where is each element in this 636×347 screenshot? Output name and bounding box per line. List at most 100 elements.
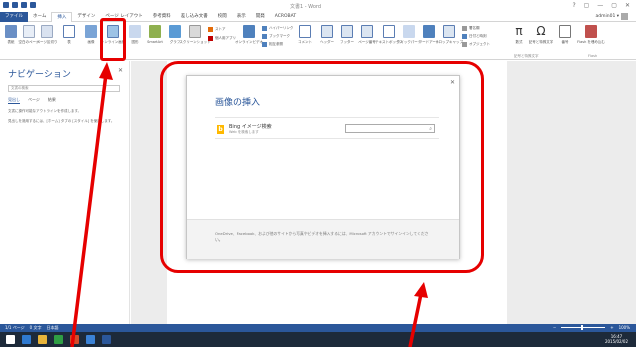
picture-button[interactable]: 画像 — [82, 25, 100, 45]
cross-reference-button[interactable]: 相互参照 — [262, 42, 283, 47]
header-icon — [321, 25, 333, 38]
status-bar: 1/1 ページ 0 文字 日本語 − + 100% — [0, 324, 636, 332]
maximize-button[interactable]: ▢ — [611, 2, 617, 9]
equation-button[interactable]: π 数式 — [510, 25, 528, 45]
tab-pages[interactable]: ページ — [28, 97, 40, 104]
group-label-flash: Flash — [588, 54, 598, 58]
chart-icon — [169, 25, 181, 38]
tab-7[interactable]: 校閲 — [213, 12, 232, 22]
zoom-slider-thumb[interactable] — [581, 325, 584, 330]
number-icon — [559, 25, 571, 38]
blank-page-button[interactable]: 空白のページ — [19, 25, 39, 45]
ie-icon[interactable] — [22, 335, 31, 344]
cover-page-button[interactable]: 表紙 — [2, 25, 20, 45]
excel-icon[interactable] — [54, 335, 63, 344]
page-number-button[interactable]: ページ番号 — [358, 25, 376, 45]
help-button[interactable]: ? — [572, 2, 575, 9]
store-button[interactable]: ストア — [208, 27, 226, 32]
tab-2[interactable]: 挿入 — [51, 11, 73, 22]
user-name: admin01 ▾ — [595, 14, 619, 19]
tab-0[interactable]: ファイル — [0, 11, 28, 22]
my-apps-button[interactable]: 個人用アプリ — [208, 36, 236, 41]
shapes-button[interactable]: 図形 — [126, 25, 144, 45]
redo-icon[interactable] — [30, 2, 36, 8]
signature-line-button[interactable]: 署名欄 — [462, 26, 480, 31]
smartart-button[interactable]: SmartArt — [146, 25, 164, 44]
header-button[interactable]: ヘッダー — [318, 25, 336, 45]
powerpoint-icon[interactable] — [70, 335, 79, 344]
close-window-button[interactable]: ✕ — [625, 2, 630, 9]
zoom-level[interactable]: 100% — [619, 325, 630, 330]
symbol-button[interactable]: Ω 記号と特殊文字 — [529, 25, 554, 45]
cover-page-icon — [5, 25, 17, 38]
bookmark-icon — [262, 34, 267, 39]
clock[interactable]: 16:47 2015/02/02 — [605, 334, 628, 344]
user-account[interactable]: admin01 ▾ — [595, 13, 628, 20]
tab-6[interactable]: 差し込み文書 — [176, 12, 213, 22]
online-video-button[interactable]: オンラインビデオ — [235, 25, 263, 45]
footer-button[interactable]: フッター — [338, 25, 356, 45]
page-count[interactable]: 1/1 ページ — [5, 325, 25, 331]
word-taskbar-icon[interactable] — [102, 335, 111, 344]
page-break-button[interactable]: ページ区切り — [37, 25, 57, 45]
navigation-help-text-2: 見出しを適用するには、[ホーム] タブの [スタイル] を使用します。 — [8, 119, 115, 123]
cross-reference-icon — [262, 42, 267, 47]
tab-1[interactable]: ホーム — [28, 12, 51, 22]
quick-parts-button[interactable]: クイックパーツ — [397, 25, 421, 45]
word-count[interactable]: 0 文字 — [30, 325, 42, 331]
save-icon[interactable] — [12, 2, 18, 8]
start-icon[interactable] — [6, 335, 15, 344]
undo-icon[interactable] — [21, 2, 27, 8]
zoom-slider[interactable] — [561, 325, 606, 330]
screenshot-button[interactable]: スクリーンショット — [179, 25, 211, 45]
navigation-tabs: 見出し ページ 結果 — [8, 97, 121, 104]
quick-parts-icon — [403, 25, 415, 38]
embed-flash-button[interactable]: Flash を埋め込む — [577, 25, 605, 45]
navigation-pane: ナビゲーション ✕ 文書の検索 見出し ページ 結果 文書に操作可能なアウトライ… — [0, 61, 130, 324]
search-input[interactable]: 文書の検索 — [8, 85, 120, 92]
tab-results[interactable]: 結果 — [48, 97, 56, 104]
highlight-online-picture — [100, 18, 126, 61]
textbox-button[interactable]: テキストボックス — [375, 25, 403, 45]
tab-5[interactable]: 参考資料 — [148, 12, 176, 22]
shapes-icon — [129, 25, 141, 38]
window-controls: ? ▢ — ▢ ✕ — [572, 2, 630, 9]
pi-icon: π — [515, 24, 523, 38]
zoom-out-button[interactable]: − — [553, 325, 556, 330]
table-button[interactable]: 表 — [60, 25, 78, 45]
object-button[interactable]: オブジェクト — [462, 42, 490, 47]
minimize-button[interactable]: — — [597, 2, 603, 9]
blank-page-icon — [23, 25, 35, 38]
tab-10[interactable]: ACROBAT — [270, 12, 301, 22]
signature-icon — [462, 26, 467, 31]
avatar — [621, 13, 628, 20]
tab-3[interactable]: デザイン — [72, 12, 100, 22]
screenshot-icon — [189, 25, 201, 38]
footer-icon — [341, 25, 353, 38]
comment-icon — [299, 25, 311, 38]
hyperlink-button[interactable]: ハイパーリンク — [262, 26, 293, 31]
comment-button[interactable]: コメント — [296, 25, 314, 45]
group-label-symbols: 記号と特殊文字 — [514, 54, 539, 58]
page-break-icon — [41, 25, 53, 38]
drop-cap-icon — [443, 25, 455, 38]
number-button[interactable]: 番号 — [556, 25, 574, 45]
quick-access-toolbar — [3, 2, 36, 8]
language[interactable]: 日本語 — [46, 325, 58, 331]
tab-8[interactable]: 表示 — [232, 12, 251, 22]
chrome-icon[interactable] — [86, 335, 95, 344]
bookmark-button[interactable]: ブックマーク — [262, 34, 290, 39]
tab-9[interactable]: 開発 — [251, 12, 270, 22]
drop-cap-button[interactable]: ドロップキャップ — [435, 25, 463, 45]
close-icon[interactable]: ✕ — [118, 67, 123, 74]
folder-icon[interactable] — [38, 335, 47, 344]
ribbon-display-button[interactable]: ▢ — [584, 2, 590, 9]
window-title: 文書1 - Word — [290, 4, 322, 10]
store-icon — [208, 27, 213, 32]
title-bar: 文書1 - Word ? ▢ — ▢ ✕ — [0, 0, 636, 12]
my-apps-icon — [208, 36, 213, 41]
picture-icon — [85, 25, 97, 38]
zoom-in-button[interactable]: + — [610, 325, 613, 330]
date-time-button[interactable]: 日付と時刻 — [462, 34, 487, 39]
tab-headings[interactable]: 見出し — [8, 97, 20, 104]
